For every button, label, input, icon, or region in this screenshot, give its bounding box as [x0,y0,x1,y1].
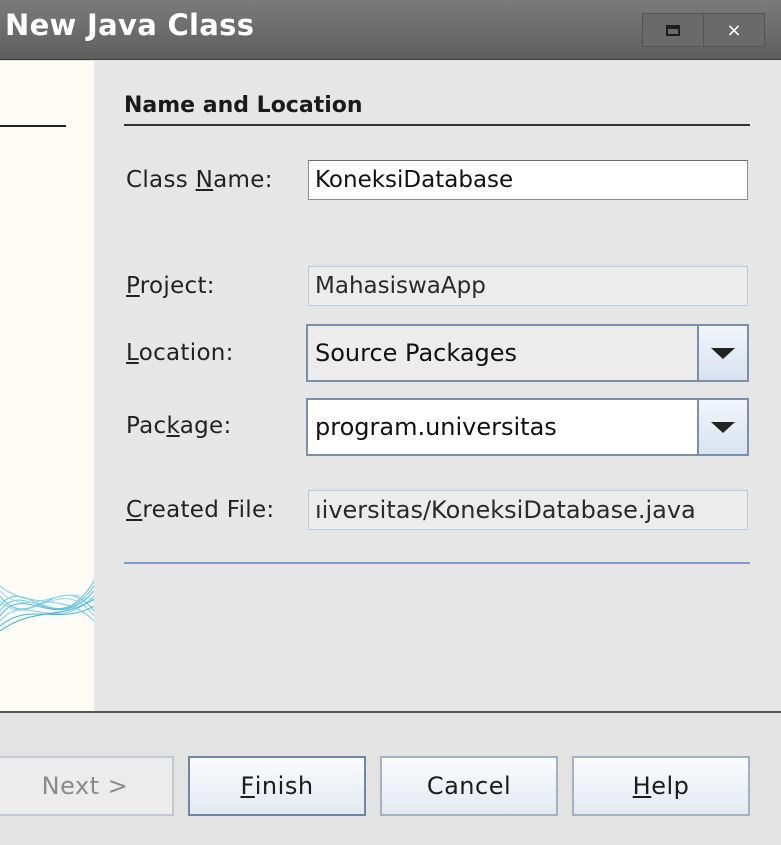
wave-graphic [0,580,94,632]
close-button[interactable]: × [704,13,765,47]
cancel-button[interactable]: Cancel [380,756,558,816]
section-divider [124,124,750,126]
maximize-icon [666,24,680,36]
location-combobox[interactable]: Source Packages [306,324,749,382]
wizard-steps-panel [0,61,94,711]
location-value: Source Packages [308,326,697,380]
help-button[interactable]: Help [572,756,750,816]
location-label: Location: [126,340,234,366]
bottom-divider [124,562,750,564]
location-dropdown-button[interactable] [697,326,747,380]
next-button[interactable]: Next > [0,756,174,816]
created-file-label: Created File: [126,497,275,523]
close-icon: × [726,19,742,41]
title-bar[interactable]: New Java Class × [0,0,781,60]
window-title: New Java Class [5,8,255,42]
project-field: MahasiswaApp [308,266,748,306]
package-combobox[interactable]: program.universitas [306,398,749,456]
section-title: Name and Location [124,93,363,118]
package-label: Package: [126,413,232,439]
class-name-label: Class Name: [126,167,273,193]
project-label: Project: [126,273,215,299]
name-and-location-panel: Name and Location Class Name: KoneksiDat… [94,61,781,711]
package-dropdown-button[interactable] [697,400,747,454]
chevron-down-icon [711,421,735,433]
created-file-field: ıiversitas/KoneksiDatabase.java [308,490,748,530]
window-controls: × [642,13,765,47]
class-name-input[interactable]: KoneksiDatabase [308,160,748,200]
package-input[interactable]: program.universitas [308,400,697,454]
maximize-button[interactable] [642,13,704,47]
steps-divider [0,125,66,127]
chevron-down-icon [711,347,735,359]
finish-button[interactable]: Finish [188,756,366,816]
button-bar: Next > Finish Cancel Help [0,711,781,845]
